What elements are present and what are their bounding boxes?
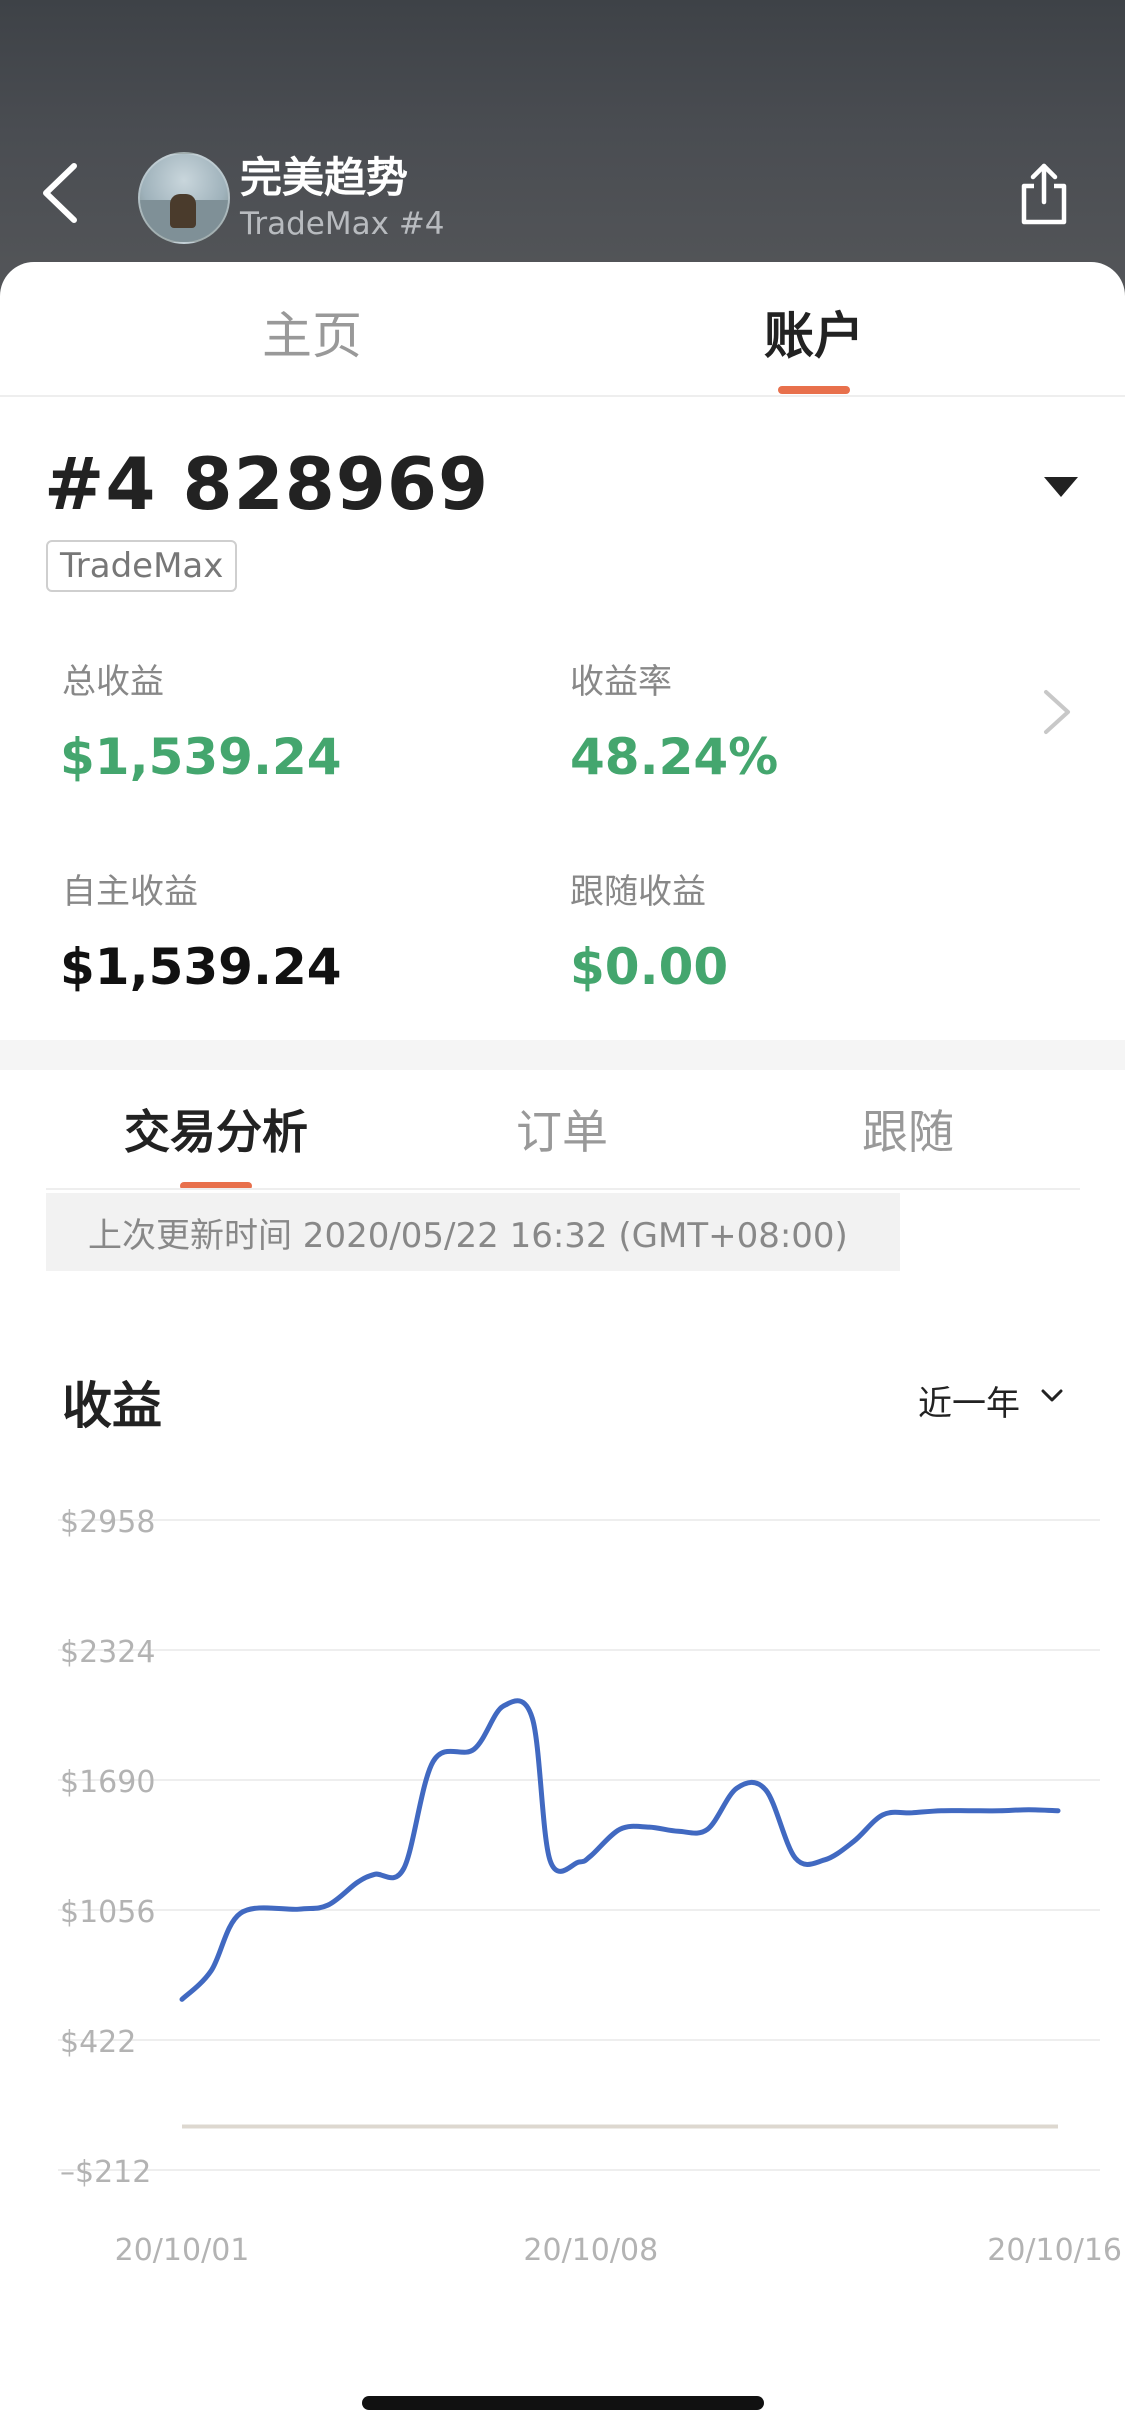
chevron-left-icon[interactable] xyxy=(38,160,84,226)
y-tick-label: $422 xyxy=(60,2025,136,2060)
y-tick-label: $2324 xyxy=(60,1635,155,1670)
home-indicator xyxy=(362,2396,764,2410)
caret-down-icon[interactable] xyxy=(1042,474,1080,500)
total-profit-label: 总收益 xyxy=(62,662,164,702)
share-icon[interactable] xyxy=(1016,160,1072,228)
return-rate-value: 48.24% xyxy=(570,728,779,786)
last-update-text: 上次更新时间 2020/05/22 16:32 (GMT+08:00) xyxy=(88,1216,848,1256)
y-tick-label: $1690 xyxy=(60,1765,155,1800)
avatar-person xyxy=(170,194,196,228)
self-profit-label: 自主收益 xyxy=(62,872,198,912)
y-tick-label: –$212 xyxy=(60,2155,151,2190)
follow-profit-value: $0.00 xyxy=(570,938,729,996)
tab-trade-analysis[interactable]: 交易分析 xyxy=(124,1096,308,1162)
return-rate-label: 收益率 xyxy=(570,662,672,702)
total-profit-value: $1,539.24 xyxy=(60,728,342,786)
y-tick-label: $2958 xyxy=(60,1505,155,1540)
section-divider xyxy=(0,1040,1125,1070)
y-tick-label: $1056 xyxy=(60,1895,155,1930)
tab-account[interactable]: 账户 xyxy=(764,296,864,368)
subtab-divider xyxy=(46,1188,1080,1190)
chevron-right-icon[interactable] xyxy=(1042,688,1072,736)
series-line xyxy=(179,1698,1061,2002)
account-number: #4 828969 xyxy=(44,442,490,526)
x-tick-label: 20/10/01 xyxy=(115,2233,250,2268)
profit-chart: $2958 $2324 $1690 $1056 $422 –$212 20/10/01 20/… xyxy=(58,1505,1122,2268)
profile-name: 完美趋势 xyxy=(240,153,409,202)
tab-home[interactable]: 主页 xyxy=(262,296,362,368)
chevron-down-icon[interactable] xyxy=(1040,1388,1064,1404)
avatar[interactable] xyxy=(138,152,230,244)
chart-title: 收益 xyxy=(62,1377,162,1435)
broker-tag: TradeMax xyxy=(46,540,238,592)
tab-orders[interactable]: 订单 xyxy=(516,1096,608,1162)
divider xyxy=(0,395,1125,397)
x-tick-label: 20/10/08 xyxy=(523,2233,658,2268)
x-tick-label: 20/10/16 xyxy=(987,2233,1122,2268)
tab-follow[interactable]: 跟随 xyxy=(862,1096,954,1162)
follow-profit-label: 跟随收益 xyxy=(570,872,706,912)
active-tab-indicator xyxy=(778,386,850,394)
range-select[interactable]: 近一年 xyxy=(918,1376,1020,1425)
self-profit-value: $1,539.24 xyxy=(60,938,342,996)
profile-subtitle: TradeMax #4 xyxy=(240,206,445,242)
profile-header-background xyxy=(0,0,1125,300)
